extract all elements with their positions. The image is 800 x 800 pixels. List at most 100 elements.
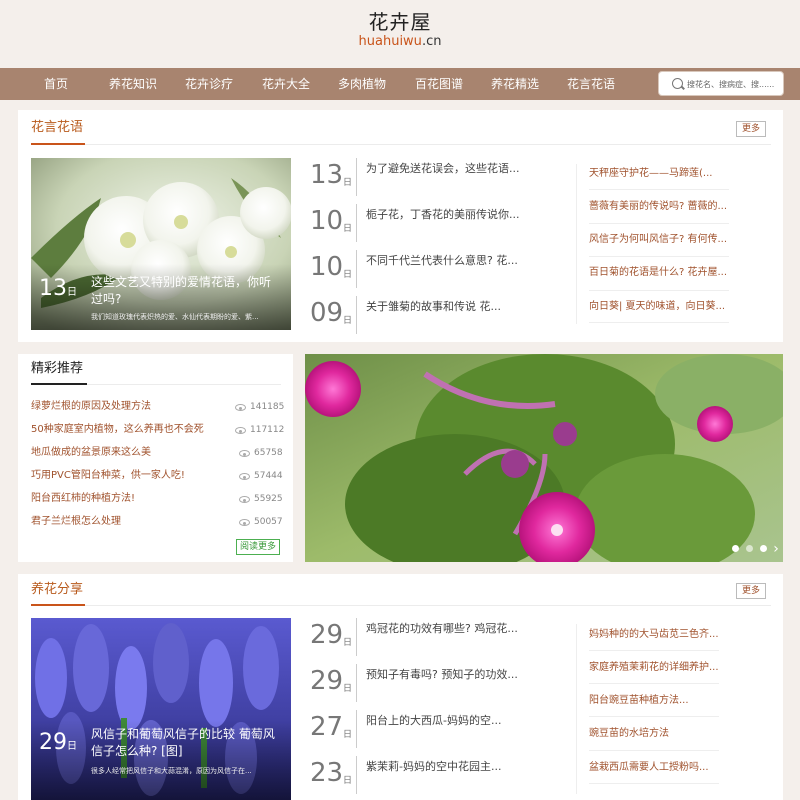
view-count-icon	[239, 450, 250, 457]
date-article-title[interactable]: 不同千代兰代表什么意思? 花...	[366, 252, 518, 268]
section-flower-sharing: 养花分享 更多 29日 风信子和葡萄风信子的比较 葡萄风信子怎么种? [图] 很…	[18, 574, 783, 800]
section-title-underline	[31, 604, 85, 606]
more-button[interactable]: 更多	[736, 583, 766, 599]
side-list-item[interactable]: 风信子为何叫风信子? 有何传...	[589, 232, 729, 248]
side-list-item[interactable]: 家庭养殖茉莉花的详细养护...	[589, 660, 729, 676]
side-list-separator	[589, 322, 729, 323]
feature-description: 很多人经常把风信子和大蒜混淆，原因为风信子在...	[91, 767, 252, 775]
nav-item-atlas[interactable]: 百花图谱	[409, 68, 469, 100]
more-button[interactable]: 更多	[736, 121, 766, 137]
view-count-icon	[239, 473, 250, 480]
date-unit: 日	[343, 224, 353, 234]
side-list-separator	[589, 750, 719, 751]
image-slider[interactable]: ›	[305, 354, 783, 562]
date-divider	[356, 618, 357, 656]
feature-description: 我们知道玫瑰代表炽热的爱、水仙代表期盼的爱、紫...	[91, 313, 259, 321]
side-list-item[interactable]: 盆栽西瓜需要人工授粉吗...	[589, 760, 729, 776]
nav-item-diagnosis[interactable]: 花卉诊疗	[179, 68, 239, 100]
side-list-item[interactable]: 天秤座守护花——马蹄莲(...	[589, 166, 729, 182]
view-count: 65758	[254, 448, 283, 458]
slider-dot[interactable]	[760, 545, 767, 552]
chevron-right-icon[interactable]: ›	[767, 538, 783, 560]
recommend-item[interactable]: 阳台西红柿的种植方法!	[31, 492, 135, 506]
side-list-item[interactable]: 蔷薇有美丽的传说吗? 蔷薇的...	[589, 199, 729, 215]
view-count: 57444	[254, 471, 283, 481]
date-divider	[356, 204, 357, 242]
recommend-item[interactable]: 君子兰烂根怎么处理	[31, 515, 121, 529]
date-divider	[356, 710, 357, 748]
date-article-title[interactable]: 为了避免送花误会，这些花语...	[366, 160, 520, 176]
feature-title[interactable]: 这些文艺又特别的爱情花语，你听过吗?	[91, 274, 281, 308]
date-article-title[interactable]: 鸡冠花的功效有哪些? 鸡冠花...	[366, 620, 518, 636]
feature-day: 13日	[39, 276, 77, 301]
logo-domain-main: huahuiwu	[358, 34, 422, 49]
feature-title[interactable]: 风信子和葡萄风信子的比较 葡萄风信子怎么种? [图]	[91, 726, 281, 760]
date-unit: 日	[343, 638, 353, 648]
date-unit: 日	[343, 270, 353, 280]
date-divider	[356, 250, 357, 288]
side-list-item[interactable]: 百日菊的花语是什么? 花卉屋...	[589, 265, 729, 281]
site-logo[interactable]: 花卉屋 huahuiwu.cn	[340, 10, 460, 60]
view-count: 50057	[254, 517, 283, 527]
date-divider	[356, 756, 357, 794]
side-list-separator	[589, 189, 729, 190]
view-count-icon	[235, 427, 246, 434]
slider-dot[interactable]	[732, 545, 739, 552]
section-title: 养花分享	[31, 582, 84, 597]
side-list-item[interactable]: 向日葵| 夏天的味道，向日葵...	[589, 299, 729, 315]
recommend-panel: 精彩推荐 绿萝烂根的原因及处理方法 141185 50种家庭室内植物，这么养再也…	[18, 354, 293, 562]
recommend-title-underline	[31, 383, 87, 385]
slider-dot[interactable]	[746, 545, 753, 552]
recommend-title: 精彩推荐	[31, 361, 84, 376]
recommend-item[interactable]: 地瓜做成的盆景原来这么美	[31, 446, 151, 460]
nav-item-succulents[interactable]: 多肉植物	[332, 68, 392, 100]
date-article-title[interactable]: 预知子有毒吗? 预知子的功效...	[366, 666, 518, 682]
date-unit: 日	[343, 776, 353, 786]
date-unit: 日	[343, 730, 353, 740]
date-divider	[356, 296, 357, 334]
section-title: 花言花语	[31, 120, 84, 135]
recommend-item[interactable]: 巧用PVC管阳台种菜，供一家人吃!	[31, 469, 185, 483]
recommend-item[interactable]: 绿萝烂根的原因及处理方法	[31, 400, 151, 414]
nav-item-selected[interactable]: 养花精选	[485, 68, 545, 100]
section-divider	[31, 605, 771, 606]
date-article-title[interactable]: 紫茉莉-妈妈的空中花园主...	[366, 758, 501, 774]
date-article-title[interactable]: 阳台上的大西瓜-妈妈的空...	[366, 712, 501, 728]
side-list-item[interactable]: 豌豆苗的水培方法	[589, 726, 729, 742]
feature-day-number: 13	[39, 276, 67, 301]
date-unit: 日	[343, 684, 353, 694]
view-count: 117112	[250, 425, 285, 435]
feature-article-card[interactable]: 13日 这些文艺又特别的爱情花语，你听过吗? 我们知道玫瑰代表炽热的爱、水仙代表…	[31, 158, 291, 330]
side-list-divider	[576, 624, 577, 794]
feature-day: 29日	[39, 730, 77, 755]
view-count-icon	[239, 496, 250, 503]
view-count-icon	[235, 404, 246, 411]
side-list-separator	[589, 716, 719, 717]
nav-item-home[interactable]: 首页	[28, 68, 84, 100]
side-list-separator	[589, 783, 719, 784]
side-list-separator	[589, 256, 729, 257]
date-article-title[interactable]: 栀子花，丁香花的美丽传说你...	[366, 206, 520, 222]
date-article-title[interactable]: 关于雏菊的故事和传说 花...	[366, 298, 501, 314]
section-title-underline	[31, 143, 85, 145]
side-list-item[interactable]: 妈妈种的的大马齿苋三色齐...	[589, 627, 729, 643]
logo-domain: huahuiwu.cn	[340, 34, 460, 50]
section-divider	[31, 144, 771, 145]
search-icon[interactable]	[672, 78, 683, 89]
search-input[interactable]	[687, 76, 779, 92]
recommend-item[interactable]: 50种家庭室内植物，这么养再也不会死	[31, 423, 204, 437]
feature-day-number: 29	[39, 730, 67, 755]
side-list-separator	[589, 223, 729, 224]
feature-article-card[interactable]: 29日 风信子和葡萄风信子的比较 葡萄风信子怎么种? [图] 很多人经常把风信子…	[31, 618, 291, 800]
four-oclock-flowers-image	[305, 354, 783, 562]
nav-item-knowledge[interactable]: 养花知识	[103, 68, 163, 100]
side-list-separator	[589, 683, 719, 684]
read-more-button[interactable]: 阅读更多	[236, 539, 280, 555]
date-unit: 日	[343, 316, 353, 326]
search-box	[658, 71, 784, 96]
nav-item-flower-language[interactable]: 花言花语	[561, 68, 621, 100]
nav-item-encyclopedia[interactable]: 花卉大全	[256, 68, 316, 100]
logo-domain-suffix: .cn	[421, 34, 442, 49]
logo-chinese: 花卉屋	[368, 10, 432, 34]
side-list-item[interactable]: 阳台豌豆苗种植方法...	[589, 693, 729, 709]
